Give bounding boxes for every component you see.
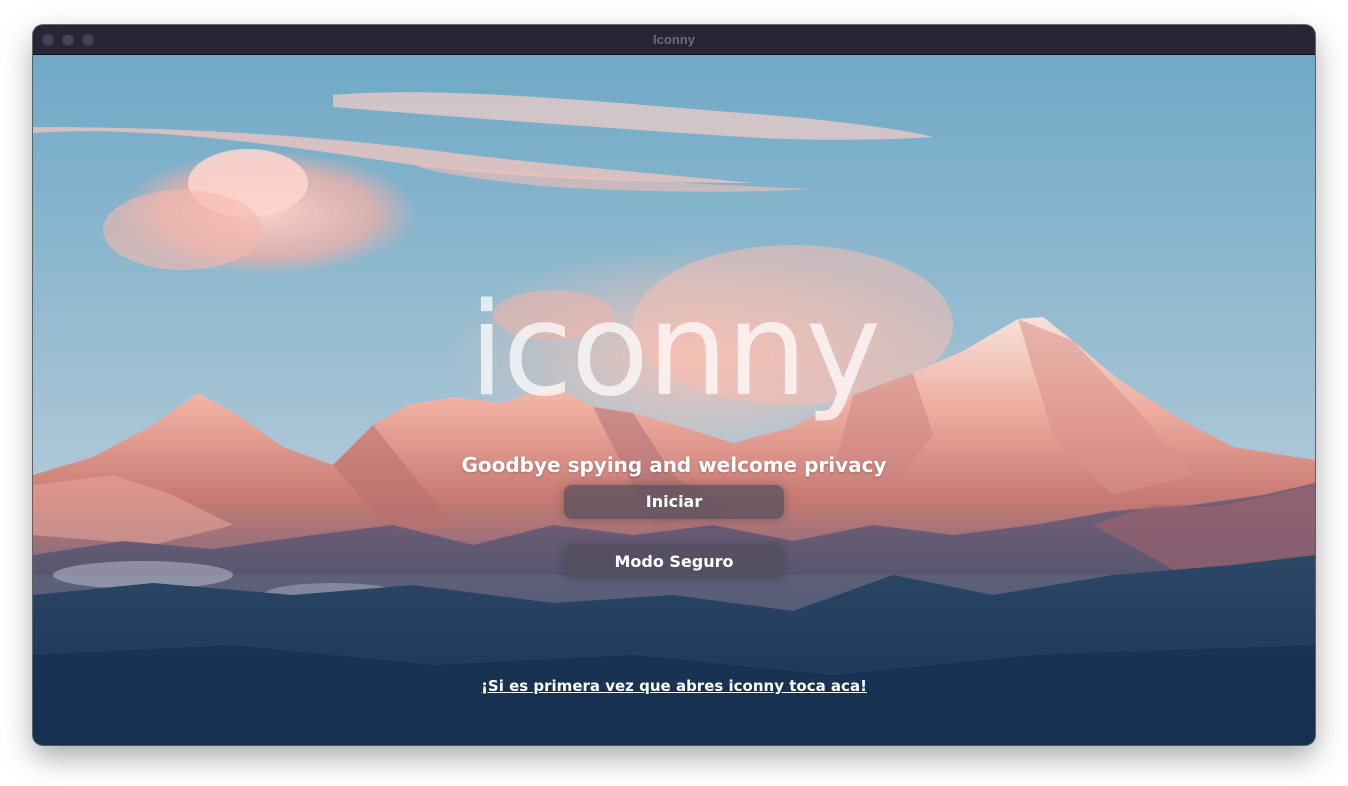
safe-mode-button[interactable]: Modo Seguro [564,545,784,579]
first-time-link[interactable]: ¡Si es primera vez que abres iconny toca… [33,677,1315,695]
start-button[interactable]: Iniciar [564,485,784,519]
app-logo: iconny [468,276,881,425]
window-title: Iconny [653,32,695,47]
title-bar[interactable]: Iconny [33,25,1315,55]
background-scene: iconny Goodbye spying and welcome privac… [33,55,1315,745]
tagline: Goodbye spying and welcome privacy [461,453,887,477]
app-window: Iconny iconny Goodbye spying and welcome… [33,25,1315,745]
